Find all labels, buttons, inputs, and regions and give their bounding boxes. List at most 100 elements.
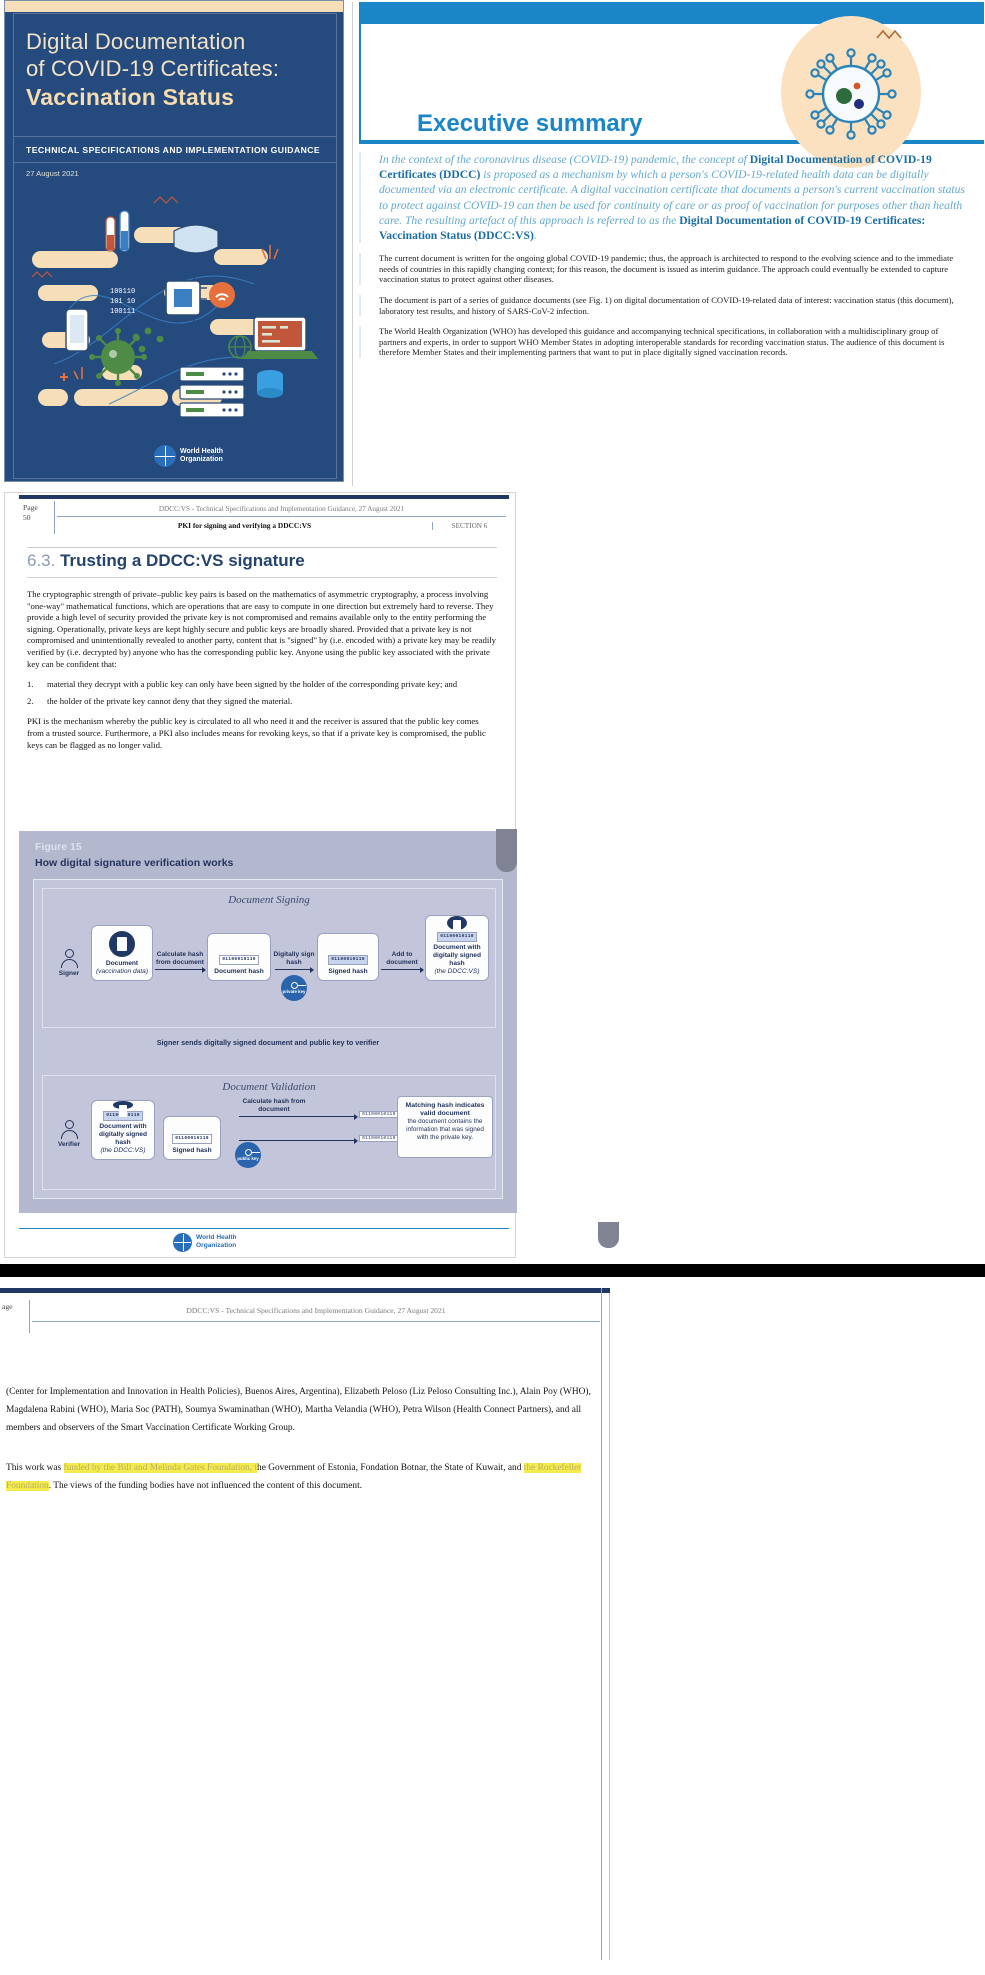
arrow-5: [239, 1137, 358, 1144]
bits-compare-2: 01100010110: [359, 1135, 399, 1142]
cover-page: Digital Documentation of COVID-19 Certif…: [4, 0, 344, 482]
cover-date: 27 August 2021: [26, 169, 79, 178]
cover-title-line-1: Digital Documentation: [26, 29, 246, 54]
body-paragraph-1: The cryptographic strength of private–pu…: [27, 589, 496, 669]
person-head-icon: [64, 949, 74, 958]
bits-signed-badge: 01100010110: [437, 932, 477, 942]
person-body-icon: [60, 1130, 78, 1139]
bits-compare-1: 01100010110: [359, 1111, 399, 1118]
section-heading-number: 6.3.: [27, 551, 56, 570]
page-separator-band: [0, 1264, 985, 1277]
figure-caption: How digital signature verification works: [35, 857, 234, 869]
page-2-top-band: [19, 495, 509, 499]
match-body: the document contains the information th…: [406, 1118, 484, 1141]
node-document-signed-2-label: Document with digitally signed hash: [99, 1123, 147, 1146]
node-document-hash: 01100010110 Document hash: [207, 933, 271, 981]
exec-lead-paragraph: In the context of the coronavirus diseas…: [359, 152, 984, 244]
list-item-text: the holder of the private key cannot den…: [47, 695, 293, 706]
figure-canvas: Document Signing Signer Document (vaccin…: [33, 879, 503, 1199]
who-footer-line-2: Organization: [196, 1242, 237, 1249]
page-label: Page: [23, 503, 38, 512]
cover-top-band: [5, 1, 343, 12]
who-logo-line-2: Organization: [180, 456, 223, 463]
cover-title-bold: Vaccination Status: [26, 84, 235, 110]
who-footer-line-1: World Health: [196, 1234, 237, 1241]
coronavirus-icon: [805, 29, 902, 140]
funding-highlight-1: funded by the Bill and Melinda Gates Fou…: [63, 1463, 258, 1473]
node-signed-hash-2-label: Signed hash: [172, 1147, 212, 1154]
page-3-right-rule: [601, 1288, 602, 1960]
private-key-label: private key: [282, 988, 306, 994]
acknowledgements-paragraph: (Center for Implementation and Innovatio…: [6, 1387, 591, 1433]
cover-title-line-2: of COVID-19 Certificates:: [26, 56, 280, 81]
svg-text:100111: 100111: [110, 308, 135, 316]
node-document-signed-label: Document with digitally signed hash: [433, 944, 481, 967]
list-item-number: 1.: [27, 679, 34, 690]
figure-15: Figure 15 How digital signature verifica…: [19, 831, 517, 1213]
page-2-body: The cryptographic strength of private–pu…: [27, 589, 497, 760]
page-3-running-header: age DDCC:VS - Technical Specifications a…: [0, 1300, 600, 1333]
exec-lead-part-1: In the context of the coronavirus diseas…: [379, 153, 750, 166]
arrow-4: [239, 1113, 358, 1120]
page-2: Page 50 DDCC:VS - Technical Specificatio…: [0, 492, 985, 1260]
list-item: 2. the holder of the private key cannot …: [27, 696, 497, 708]
funding-text-a: This work was: [6, 1463, 64, 1473]
who-logo-footer: World Health Organization: [173, 1231, 353, 1253]
svg-text:101 10: 101 10: [110, 298, 135, 306]
document-validation-group: Document Validation Verifier 01100010110…: [42, 1075, 496, 1190]
arrow-label-digitally-sign: Digitally sign hash: [273, 951, 315, 966]
person-body-icon: [60, 959, 78, 968]
node-document: Document (vaccination data): [91, 925, 153, 981]
scroll-handle-upper[interactable]: [496, 829, 517, 872]
funding-text-b: he Government of Estonia, Fondation Botn…: [257, 1463, 524, 1473]
node-signed-hash: 01100010110 Signed hash: [317, 933, 379, 981]
signed-document-icon: [447, 916, 467, 932]
heading-rule-top: [27, 547, 497, 548]
node-document-signed-sublabel: (the DDCC:VS): [434, 968, 480, 975]
cover-illustration: 100110 101 10 100111: [31, 196, 318, 418]
scroll-handle-lower[interactable]: [598, 1222, 619, 1248]
signer-actor: Signer: [49, 949, 89, 977]
exec-header: Executive summary: [359, 16, 984, 168]
node-document-sublabel: (vaccination data): [95, 968, 149, 975]
arrow-label-add-to-document: Add to document: [386, 951, 418, 966]
who-globe-icon: [154, 445, 176, 467]
key-ring-shape: [290, 981, 306, 989]
private-key-icon: private key: [281, 975, 307, 1001]
document-validation-title: Document Validation: [222, 1081, 316, 1093]
bits-plain-2: 01100010110: [172, 1134, 212, 1144]
node-document-signed-2-sublabel: (the DDCC:VS): [100, 1147, 146, 1154]
verifier-actor: Verifier: [49, 1120, 89, 1148]
public-key-icon: public key: [235, 1142, 261, 1168]
cover-divider-1: [14, 136, 336, 137]
running-head-section: PKI for signing and verifying a DDCC:VS …: [57, 517, 506, 534]
public-key-label: public key: [237, 1155, 259, 1161]
virus-illustration-backdrop: [781, 16, 921, 168]
bits-plain: 01100010110: [219, 955, 259, 965]
running-header: Page 50 DDCC:VS - Technical Specificatio…: [19, 501, 506, 534]
svg-text:100110: 100110: [110, 288, 135, 296]
arrow-1: [155, 966, 206, 973]
node-document-label: Document: [105, 960, 139, 967]
running-head-title: DDCC:VS - Technical Specifications and I…: [57, 501, 506, 517]
figure-label: Figure 15: [35, 841, 82, 853]
heading-rule-bottom: [27, 577, 497, 578]
executive-summary-page: Executive summary In the context of the …: [352, 2, 984, 486]
matching-hash-result: Matching hash indicates valid document t…: [397, 1096, 493, 1158]
page-2-footer-rule: [19, 1228, 509, 1229]
node-signed-hash-label: Signed hash: [328, 968, 368, 975]
page-3-sheet: age DDCC:VS - Technical Specifications a…: [0, 1288, 610, 1960]
document-icon: [109, 931, 135, 957]
document-signing-group: Document Signing Signer Document (vaccin…: [42, 888, 496, 1028]
page-3-body: (Center for Implementation and Innovatio…: [6, 1383, 594, 1517]
who-globe-icon: [173, 1232, 192, 1252]
page-number: 50: [23, 513, 31, 522]
signer-label: Signer: [58, 970, 80, 977]
arrow-label-calculate-hash-2: Calculate hash from document: [242, 1098, 306, 1113]
node-document-hash-label: Document hash: [214, 968, 264, 975]
arrow-3: [381, 966, 424, 973]
arrow-label-calculate-hash: Calculate hash from document: [156, 951, 204, 966]
list-item-number: 2.: [27, 695, 34, 706]
page-3-page-label: age: [0, 1300, 30, 1333]
person-head-icon: [64, 1120, 74, 1129]
